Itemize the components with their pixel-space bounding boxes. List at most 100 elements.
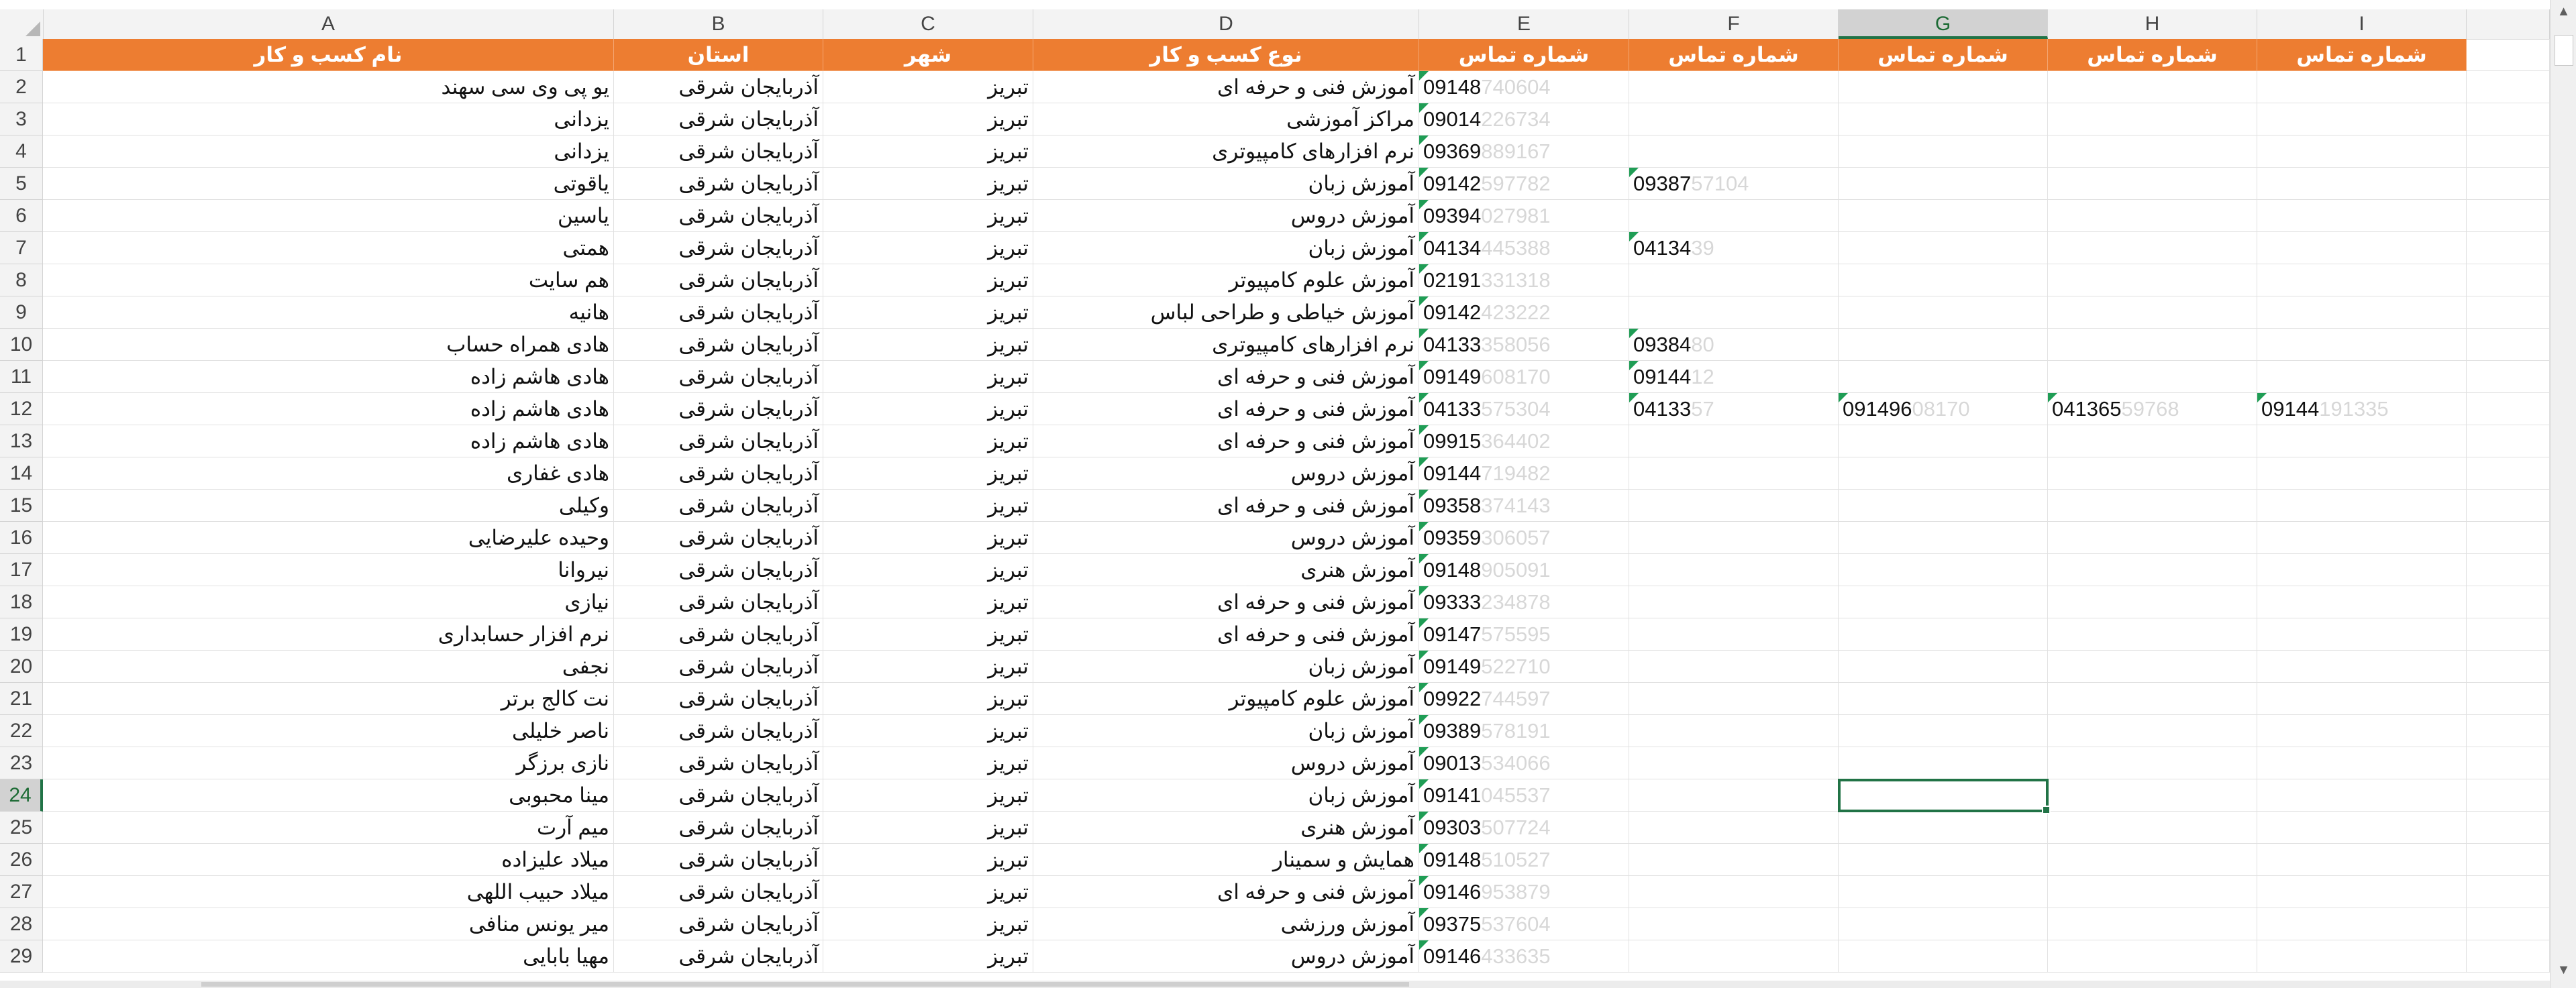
phone-cell[interactable] [1629, 425, 1839, 457]
table-cell[interactable]: تبریز [823, 393, 1033, 425]
phone-cell[interactable] [1629, 618, 1839, 651]
phone-cell[interactable] [1839, 586, 2048, 618]
table-cell[interactable] [2467, 393, 2550, 425]
phone-cell[interactable] [1839, 618, 2048, 651]
phone-cell[interactable] [2257, 683, 2467, 715]
table-cell[interactable]: آذربایجان شرقی [614, 812, 823, 844]
phone-cell[interactable]: 02191331318 [1419, 264, 1629, 296]
table-cell[interactable]: آذربایجان شرقی [614, 425, 823, 457]
row-header[interactable]: 2 [0, 71, 43, 103]
phone-cell[interactable] [1629, 715, 1839, 747]
table-cell[interactable] [2467, 554, 2550, 586]
table-cell[interactable]: ناصر خلیلی [43, 715, 614, 747]
table-cell[interactable]: نیروانا [43, 554, 614, 586]
phone-cell[interactable] [2257, 425, 2467, 457]
table-cell[interactable]: هادی همراه حساب [43, 329, 614, 361]
table-cell[interactable]: میم آرت [43, 812, 614, 844]
table-cell[interactable]: میر یونس منافی [43, 908, 614, 940]
table-cell[interactable] [2467, 200, 2550, 232]
phone-cell[interactable]: 09148905091 [1419, 554, 1629, 586]
table-cell[interactable]: هادی هاشم زاده [43, 425, 614, 457]
table-cell[interactable]: تبریز [823, 715, 1033, 747]
table-cell[interactable]: آذربایجان شرقی [614, 876, 823, 908]
phone-cell[interactable] [2048, 522, 2257, 554]
phone-cell[interactable]: 09149608170 [1839, 393, 2048, 425]
table-cell[interactable]: آموزش علوم کامپیوتر [1033, 264, 1419, 296]
horizontal-scroll-thumb[interactable] [201, 982, 1409, 987]
header-cell-h[interactable]: شماره تماس [2048, 39, 2257, 71]
phone-cell[interactable]: 04134445388 [1419, 232, 1629, 264]
table-cell[interactable]: آذربایجان شرقی [614, 651, 823, 683]
header-cell-d[interactable]: نوع کسب و کار [1033, 39, 1419, 71]
table-cell[interactable]: تبریز [823, 586, 1033, 618]
phone-cell[interactable] [1629, 812, 1839, 844]
table-cell[interactable]: تبریز [823, 554, 1033, 586]
column-header-g[interactable]: G [1839, 9, 2048, 39]
table-cell[interactable]: یزدانی [43, 103, 614, 135]
phone-cell[interactable] [1629, 779, 1839, 812]
table-cell[interactable] [2467, 135, 2550, 168]
phone-cell[interactable] [1839, 522, 2048, 554]
table-cell[interactable] [2467, 425, 2550, 457]
active-cell-selection[interactable] [1838, 779, 2051, 814]
table-cell[interactable]: هادی هاشم زاده [43, 361, 614, 393]
header-cell-c[interactable]: شهر [823, 39, 1033, 71]
phone-cell[interactable] [2048, 747, 2257, 779]
table-cell[interactable]: آموزش فنی و حرفه ای [1033, 361, 1419, 393]
phone-cell[interactable] [2257, 168, 2467, 200]
phone-cell[interactable] [1839, 683, 2048, 715]
table-cell[interactable]: وحیده علیرضایی [43, 522, 614, 554]
phone-cell[interactable] [1629, 457, 1839, 490]
phone-cell[interactable]: 09141045537 [1419, 779, 1629, 812]
table-cell[interactable] [2467, 490, 2550, 522]
row-header[interactable]: 5 [0, 168, 43, 200]
table-cell[interactable] [2467, 779, 2550, 812]
phone-cell[interactable] [1629, 844, 1839, 876]
phone-cell[interactable] [2048, 329, 2257, 361]
column-header-e[interactable]: E [1419, 9, 1629, 39]
phone-cell[interactable] [2257, 844, 2467, 876]
phone-cell[interactable] [2257, 232, 2467, 264]
table-cell[interactable]: آموزش زبان [1033, 168, 1419, 200]
table-cell[interactable]: وکیلی [43, 490, 614, 522]
phone-cell[interactable] [1839, 200, 2048, 232]
phone-cell[interactable] [1629, 651, 1839, 683]
phone-cell[interactable] [1839, 876, 2048, 908]
row-header[interactable]: 8 [0, 264, 43, 296]
phone-cell[interactable]: 09149608170 [1419, 361, 1629, 393]
phone-cell[interactable] [1839, 457, 2048, 490]
phone-cell[interactable]: 09389578191 [1419, 715, 1629, 747]
phone-cell[interactable]: 09375537604 [1419, 908, 1629, 940]
table-cell[interactable] [2467, 296, 2550, 329]
phone-cell[interactable] [2048, 296, 2257, 329]
phone-cell[interactable] [1839, 844, 2048, 876]
table-cell[interactable]: آموزش زبان [1033, 715, 1419, 747]
phone-cell[interactable] [2257, 554, 2467, 586]
table-cell[interactable]: آموزش علوم کامپیوتر [1033, 683, 1419, 715]
table-cell[interactable]: تبریز [823, 264, 1033, 296]
table-cell[interactable]: آذربایجان شرقی [614, 329, 823, 361]
phone-cell[interactable] [2048, 715, 2257, 747]
phone-cell[interactable]: 09148510527 [1419, 844, 1629, 876]
phone-cell[interactable] [1629, 71, 1839, 103]
table-cell[interactable]: آذربایجان شرقی [614, 940, 823, 973]
phone-cell[interactable] [1839, 651, 2048, 683]
table-cell[interactable] [2467, 39, 2550, 71]
phone-cell[interactable] [2257, 329, 2467, 361]
row-header[interactable]: 20 [0, 651, 43, 683]
horizontal-scrollbar[interactable] [0, 981, 2550, 988]
column-header-d[interactable]: D [1033, 9, 1419, 39]
phone-cell[interactable] [1629, 876, 1839, 908]
select-all-corner[interactable] [0, 9, 44, 39]
phone-cell[interactable] [2257, 908, 2467, 940]
phone-cell[interactable]: 04133358056 [1419, 329, 1629, 361]
phone-cell[interactable] [2257, 651, 2467, 683]
table-cell[interactable]: میلاد علیزاده [43, 844, 614, 876]
phone-cell[interactable]: 09013534066 [1419, 747, 1629, 779]
table-cell[interactable]: تبریز [823, 103, 1033, 135]
table-cell[interactable]: آموزش فنی و حرفه ای [1033, 490, 1419, 522]
table-cell[interactable]: آذربایجان شرقی [614, 200, 823, 232]
table-cell[interactable] [2467, 264, 2550, 296]
table-cell[interactable]: نت کالج برتر [43, 683, 614, 715]
phone-cell[interactable]: 0413439 [1629, 232, 1839, 264]
